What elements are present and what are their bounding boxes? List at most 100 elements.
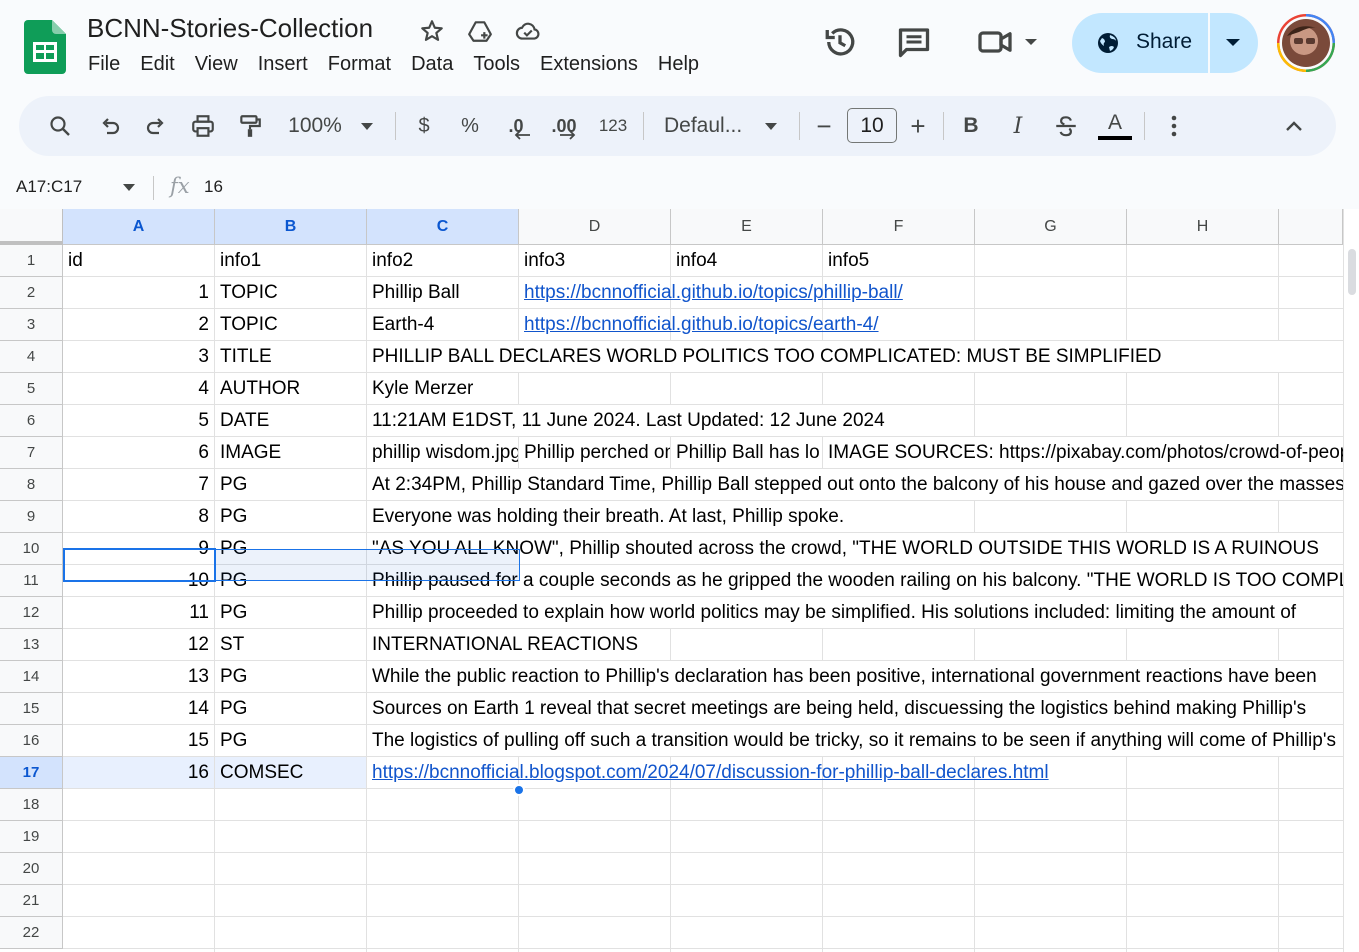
cell-c12[interactable]: Phillip proceeded to explain how world p… xyxy=(367,597,1343,628)
row-header[interactable]: 2 xyxy=(0,277,63,309)
cell-e7[interactable]: Phillip Ball has lo xyxy=(671,437,822,468)
cell-a16[interactable]: 15 xyxy=(63,725,214,756)
row-header[interactable]: 21 xyxy=(0,885,63,917)
row-header[interactable]: 12 xyxy=(0,597,63,629)
cell-c1[interactable]: info2 xyxy=(367,245,518,276)
cell-b12[interactable]: PG xyxy=(215,597,366,628)
row-header[interactable]: 5 xyxy=(0,373,63,405)
fill-handle[interactable] xyxy=(513,784,525,796)
cell-a12[interactable]: 11 xyxy=(63,597,214,628)
cell-b15[interactable]: PG xyxy=(215,693,366,724)
cell-a14[interactable]: 13 xyxy=(63,661,214,692)
decrease-decimal-button[interactable]: .0 xyxy=(499,108,533,144)
scrollbar-thumb[interactable] xyxy=(1348,249,1356,295)
name-box[interactable]: A17:C17 xyxy=(16,177,82,197)
cell-b7[interactable]: IMAGE xyxy=(215,437,366,468)
menu-view[interactable]: View xyxy=(185,52,248,80)
undo-button[interactable] xyxy=(95,108,125,144)
cell-a17[interactable]: 16 xyxy=(63,757,214,788)
cell-c16[interactable]: The logistics of pulling off such a tran… xyxy=(367,725,1343,756)
row-header[interactable]: 9 xyxy=(0,501,63,533)
cell-a13[interactable]: 12 xyxy=(63,629,214,660)
cell-b1[interactable]: info1 xyxy=(215,245,366,276)
cell-a3[interactable]: 2 xyxy=(63,309,214,340)
row-header[interactable]: 19 xyxy=(0,821,63,853)
cell-a2[interactable]: 1 xyxy=(63,277,214,308)
cell-b9[interactable]: PG xyxy=(215,501,366,532)
sheets-logo-icon[interactable] xyxy=(24,20,66,74)
cell-b16[interactable]: PG xyxy=(215,725,366,756)
redo-button[interactable] xyxy=(141,108,171,144)
star-icon[interactable] xyxy=(419,18,445,44)
cell-b10[interactable]: PG xyxy=(215,533,366,564)
comments-icon[interactable] xyxy=(896,24,932,60)
row-header[interactable]: 11 xyxy=(0,565,63,597)
menu-data[interactable]: Data xyxy=(401,52,463,80)
cell-c10[interactable]: "AS YOU ALL KNOW", Phillip shouted acros… xyxy=(367,533,1343,564)
column-header-e[interactable]: E xyxy=(671,209,823,245)
cell-c3[interactable]: Earth-4 xyxy=(367,309,518,340)
column-header-f[interactable]: F xyxy=(823,209,975,245)
row-header[interactable]: 15 xyxy=(0,693,63,725)
select-all-corner[interactable] xyxy=(0,209,63,245)
cell-c9[interactable]: Everyone was holding their breath. At la… xyxy=(367,501,974,532)
cell-b6[interactable]: DATE xyxy=(215,405,366,436)
cell-a4[interactable]: 3 xyxy=(63,341,214,372)
meet-dropdown-icon[interactable] xyxy=(1024,37,1038,47)
column-header-a[interactable]: A xyxy=(63,209,215,245)
cell-a7[interactable]: 6 xyxy=(63,437,214,468)
cell-d7[interactable]: Phillip perched on xyxy=(519,437,670,468)
menu-extensions[interactable]: Extensions xyxy=(530,52,648,80)
cell-b13[interactable]: ST xyxy=(215,629,366,660)
cell-a10[interactable]: 9 xyxy=(63,533,214,564)
cell-c17-link[interactable]: https://bcnnofficial.blogspot.com/2024/0… xyxy=(367,757,1127,788)
cell-b3[interactable]: TOPIC xyxy=(215,309,366,340)
zoom-select[interactable]: 100% xyxy=(281,108,381,144)
account-avatar[interactable] xyxy=(1277,14,1335,72)
more-options-button[interactable] xyxy=(1159,108,1189,144)
font-size-input[interactable]: 10 xyxy=(847,108,897,143)
row-header[interactable]: 4 xyxy=(0,341,63,373)
cell-b11[interactable]: PG xyxy=(215,565,366,596)
document-title[interactable]: BCNN-Stories-Collection xyxy=(87,13,373,44)
menu-file[interactable]: File xyxy=(78,52,130,80)
bold-button[interactable]: B xyxy=(956,108,986,144)
increase-decimal-button[interactable]: .00 xyxy=(547,108,581,144)
menu-help[interactable]: Help xyxy=(648,52,709,80)
cell-b8[interactable]: PG xyxy=(215,469,366,500)
cell-d1[interactable]: info3 xyxy=(519,245,670,276)
row-header[interactable]: 22 xyxy=(0,917,63,949)
chevron-down-icon[interactable] xyxy=(122,183,136,192)
paint-format-button[interactable] xyxy=(235,108,265,144)
row-header[interactable]: 7 xyxy=(0,437,63,469)
meet-video-icon[interactable] xyxy=(976,24,1014,60)
version-history-icon[interactable] xyxy=(822,24,858,60)
increase-font-size-button[interactable]: + xyxy=(903,108,933,144)
row-header[interactable]: 18 xyxy=(0,789,63,821)
cell-b14[interactable]: PG xyxy=(215,661,366,692)
column-header-g[interactable]: G xyxy=(975,209,1127,245)
cell-a5[interactable]: 4 xyxy=(63,373,214,404)
cell-c6[interactable]: 11:21AM E1DST, 11 June 2024. Last Update… xyxy=(367,405,974,436)
cell-c11[interactable]: Phillip paused for a couple seconds as h… xyxy=(367,565,1343,596)
row-header[interactable]: 20 xyxy=(0,853,63,885)
cell-b2[interactable]: TOPIC xyxy=(215,277,366,308)
cell-c14[interactable]: While the public reaction to Phillip's d… xyxy=(367,661,1343,692)
cell-a6[interactable]: 5 xyxy=(63,405,214,436)
cell-b5[interactable]: AUTHOR xyxy=(215,373,366,404)
cloud-saved-icon[interactable] xyxy=(515,18,541,44)
share-button[interactable]: Share xyxy=(1072,13,1208,73)
cell-c15[interactable]: Sources on Earth 1 reveal that secret me… xyxy=(367,693,1343,724)
decrease-font-size-button[interactable]: − xyxy=(809,108,839,144)
cell-c4[interactable]: PHILLIP BALL DECLARES WORLD POLITICS TOO… xyxy=(367,341,1343,372)
font-select[interactable]: Defaul... xyxy=(659,108,785,144)
cell-c2[interactable]: Phillip Ball xyxy=(367,277,518,308)
italic-button[interactable]: I xyxy=(1003,108,1033,144)
print-button[interactable] xyxy=(188,108,218,144)
cell-a8[interactable]: 7 xyxy=(63,469,214,500)
hide-menus-button[interactable] xyxy=(1279,108,1309,144)
menu-insert[interactable]: Insert xyxy=(248,52,318,80)
row-header-selected[interactable]: 17 xyxy=(0,757,63,789)
cell-a9[interactable]: 8 xyxy=(63,501,214,532)
format-currency-button[interactable]: $ xyxy=(409,108,439,144)
